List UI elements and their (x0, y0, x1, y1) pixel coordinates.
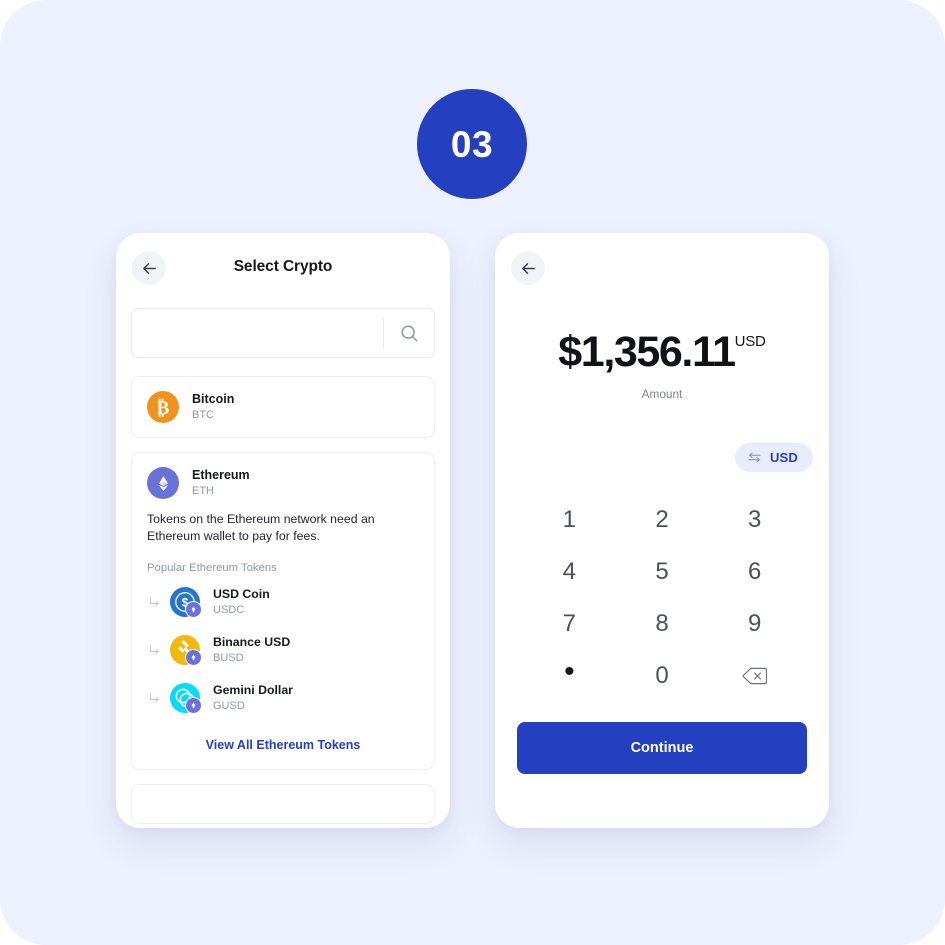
ethereum-badge-icon (185, 696, 202, 714)
keypad-key-9[interactable]: 9 (708, 598, 801, 650)
arrow-left-icon (521, 262, 535, 274)
token-ticker: GUSD (213, 699, 245, 712)
search-button[interactable] (384, 309, 434, 357)
arrow-branch-icon (149, 692, 159, 703)
step-badge: 03 (417, 89, 527, 199)
keypad-key-6[interactable]: 6 (708, 546, 801, 598)
phone-select-crypto: Select Crypto ₿ Bitcoin BTC Ethereum ETH… (116, 233, 450, 828)
coin-ticker: ETH (192, 484, 214, 497)
crypto-card-bitcoin[interactable]: ₿ Bitcoin BTC (131, 376, 435, 438)
arrow-left-icon (142, 262, 156, 274)
ethereum-icon (147, 467, 179, 499)
continue-wrap: Continue (495, 702, 829, 774)
token-row-busd[interactable]: Binance USD BUSD (147, 626, 419, 674)
bitcoin-icon: ₿ (147, 391, 179, 423)
keypad-key-8[interactable]: 8 (616, 598, 709, 650)
select-crypto-header: Select Crypto (116, 233, 450, 285)
step-number: 03 (450, 123, 494, 165)
keypad-key-3[interactable]: 3 (708, 494, 801, 546)
crypto-card-list: ₿ Bitcoin BTC Ethereum ETH Tokens on the… (131, 376, 435, 824)
token-text: Binance USD BUSD (213, 635, 290, 665)
coin-ticker: BTC (192, 408, 214, 421)
back-button[interactable] (132, 251, 166, 285)
token-indent-arrow-icon (148, 691, 161, 704)
binance-usd-icon (170, 634, 202, 666)
coin-text: Bitcoin BTC (192, 392, 234, 422)
token-text: Gemini Dollar GUSD (213, 683, 293, 713)
coin-row[interactable]: Ethereum ETH (132, 453, 434, 513)
keypad-key-0[interactable]: 0 (616, 650, 709, 702)
amount-currency: USD (734, 333, 766, 350)
search-box[interactable] (131, 308, 435, 358)
search-input[interactable] (132, 309, 383, 357)
gemini-dollar-icon (170, 682, 202, 714)
page-title: Select Crypto (233, 258, 333, 275)
amount-display: $1,356.11 USD Amount (495, 328, 829, 402)
arrow-branch-icon (149, 596, 159, 607)
coin-name: Ethereum (192, 467, 250, 482)
ethereum-badge-icon (185, 648, 202, 666)
amount-value: $1,356.11 (558, 328, 736, 376)
ethereum-glyph-icon (158, 475, 168, 491)
crypto-card-ethereum[interactable]: Ethereum ETH Tokens on the Ethereum netw… (131, 452, 435, 770)
ethereum-badge-icon (185, 600, 202, 618)
token-row-usdc[interactable]: $ USD Coin USDC (147, 578, 419, 626)
keypad-key-5[interactable]: 5 (616, 546, 709, 598)
token-name: USD Coin (213, 586, 270, 601)
amount-header (495, 233, 829, 285)
token-text: USD Coin USDC (213, 587, 270, 617)
token-ticker: BUSD (213, 651, 244, 664)
back-button[interactable] (511, 251, 545, 285)
crypto-card-next-peek[interactable] (131, 783, 435, 824)
usd-coin-icon: $ (170, 586, 202, 618)
ethereum-glyph-icon (191, 702, 196, 709)
token-list: $ USD Coin USDC Binance USD BUSD Gemini … (132, 574, 434, 722)
search-icon (400, 324, 418, 342)
token-name: Binance USD (213, 634, 291, 649)
keypad-key-2[interactable]: 2 (616, 494, 709, 546)
keypad-key-decimal[interactable]: • (523, 650, 616, 702)
coin-name: Bitcoin (192, 391, 235, 406)
currency-switch-chip[interactable]: USD (734, 443, 813, 472)
amount-line: $1,356.11 USD (558, 328, 766, 376)
token-indent-arrow-icon (148, 643, 161, 656)
swap-arrows-icon (748, 452, 761, 463)
keypad-key-4[interactable]: 4 (523, 546, 616, 598)
ethereum-note: Tokens on the Ethereum network need an E… (147, 512, 375, 544)
keypad-key-1[interactable]: 1 (523, 494, 616, 546)
token-indent-arrow-icon (148, 595, 161, 608)
svg-text:₿: ₿ (157, 398, 170, 419)
bitcoin-glyph-icon: ₿ (157, 398, 170, 419)
keypad-key-7[interactable]: 7 (523, 598, 616, 650)
popular-tokens-label: Popular Ethereum Tokens (147, 561, 277, 574)
token-name: Gemini Dollar (213, 682, 293, 697)
ethereum-glyph-icon (191, 606, 196, 613)
coin-text: Ethereum ETH (192, 468, 250, 498)
coin-row[interactable]: ₿ Bitcoin BTC (132, 377, 434, 437)
keypad-key-backspace[interactable] (708, 650, 801, 702)
currency-switch-label: USD (769, 450, 798, 465)
currency-switch-row: USD (495, 443, 829, 472)
ethereum-glyph-icon (191, 654, 196, 661)
backspace-icon (742, 667, 767, 685)
arrow-branch-icon (149, 644, 159, 655)
token-ticker: USDC (213, 603, 245, 616)
phone-enter-amount: $1,356.11 USD Amount USD 1 2 3 4 5 6 7 8 (495, 233, 829, 828)
view-all-ethereum-tokens-link[interactable]: View All Ethereum Tokens (132, 722, 434, 769)
numeric-keypad: 1 2 3 4 5 6 7 8 9 • 0 (495, 494, 829, 702)
amount-caption: Amount (641, 387, 683, 401)
page-root: 03 Select Crypto ₿ Bitcoin BTC Ethereum … (0, 0, 945, 945)
continue-button[interactable]: Continue (517, 722, 807, 774)
token-row-gusd[interactable]: Gemini Dollar GUSD (147, 674, 419, 722)
